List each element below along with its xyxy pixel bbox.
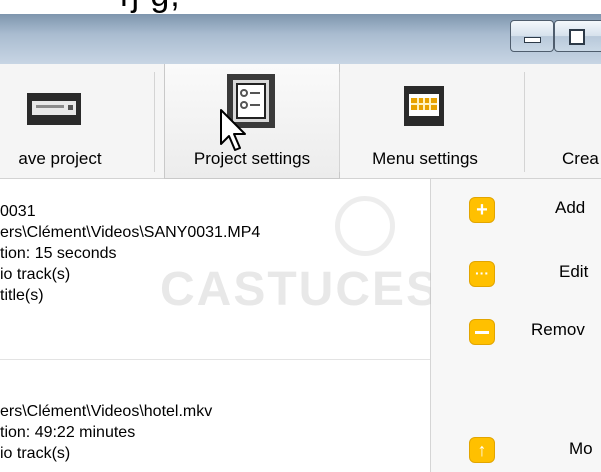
plus-icon: + [469,197,495,223]
move-up-button[interactable]: ↑ Mo [431,431,601,463]
menu-settings-button[interactable]: Menu settings [340,64,510,178]
file-duration: tion: 15 seconds [0,245,117,262]
remove-button[interactable]: Remov [431,317,601,347]
create-button[interactable]: Crea [556,64,601,178]
minimize-button[interactable] [510,20,554,52]
subtitles: title(s) [0,287,44,304]
top-strip: ŋ g, [0,0,601,14]
toolbar: ave project Project settings Menu settin… [0,64,601,179]
edit-button[interactable]: ··· Edit [431,259,601,289]
menu-settings-label: Menu settings [372,149,478,168]
add-button[interactable]: + Add [431,195,601,225]
remove-label: Remov [531,320,585,339]
toolbar-separator [524,72,525,172]
list-divider [0,359,430,360]
menu-settings-icon [404,86,444,126]
list-item[interactable]: ers\Clément\Videos\hotel.mkv tion: 49:22… [0,401,430,464]
list-item[interactable]: 0031 ers\Clément\Videos\SANY0031.MP4 tio… [0,201,430,306]
project-settings-label: Project settings [193,149,311,168]
edit-label: Edit [559,262,589,281]
audio-tracks: io track(s) [0,445,71,462]
file-path: ers\Clément\Videos\SANY0031.MP4 [0,224,261,241]
mouse-cursor-icon [220,109,246,151]
toolbar-separator [154,72,155,172]
save-project-icon [27,93,81,125]
move-up-label: Mo [569,439,593,458]
add-label: Add [555,198,586,217]
title-bar [0,14,601,65]
project-settings-button[interactable]: Project settings [164,64,340,179]
ellipsis-icon: ··· [469,261,495,287]
maximize-icon [569,29,585,45]
minus-icon [469,319,495,345]
save-project-button[interactable]: ave project [0,64,160,178]
cropped-heading: ŋ g, [120,0,181,14]
maximize-button[interactable] [554,20,601,52]
source-file-list[interactable]: 0031 ers\Clément\Videos\SANY0031.MP4 tio… [0,179,431,472]
minimize-icon [524,37,541,43]
create-label: Crea [562,149,599,168]
arrow-up-icon: ↑ [469,437,495,463]
save-project-label: ave project [18,149,102,168]
file-duration: tion: 49:22 minutes [0,424,136,441]
file-name: 0031 [0,203,36,220]
audio-tracks: io track(s) [0,266,71,283]
action-panel: + Add ··· Edit Remov ↑ Mo [431,179,601,472]
file-path: ers\Clément\Videos\hotel.mkv [0,403,213,420]
